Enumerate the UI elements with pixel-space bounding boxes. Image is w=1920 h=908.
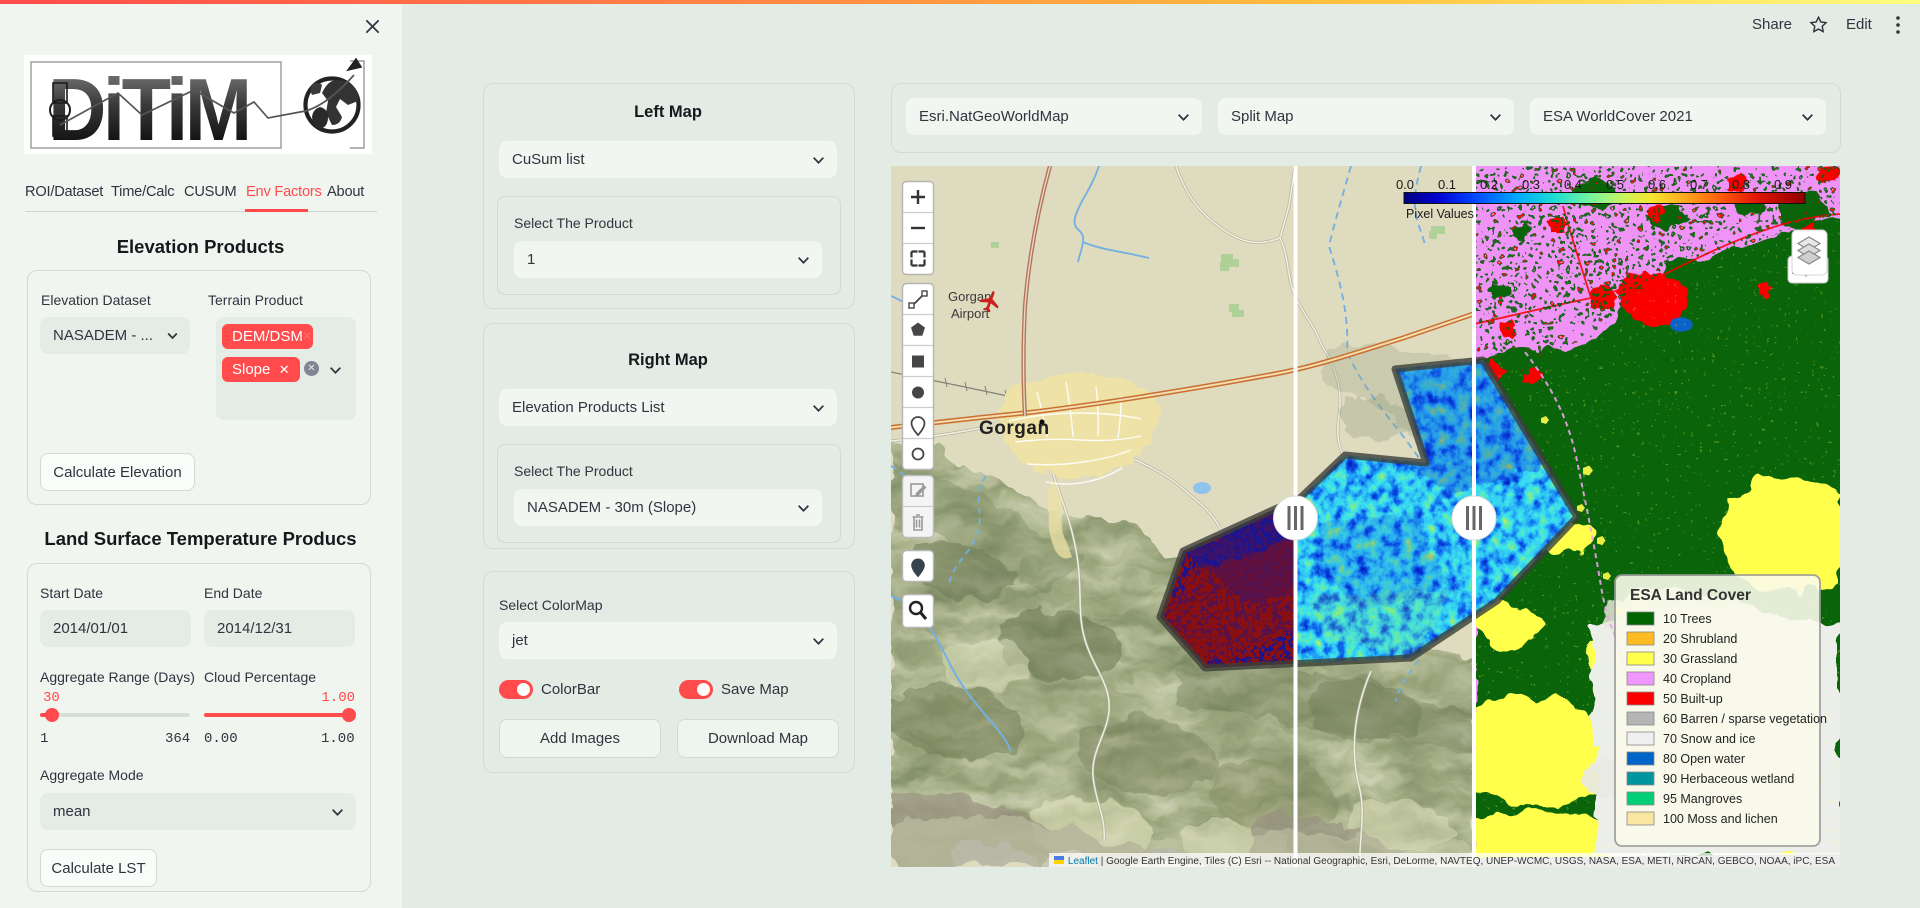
- svg-text:60 Barren / sparse vegetation: 60 Barren / sparse vegetation: [1663, 712, 1827, 726]
- svg-text:0.8: 0.8: [1732, 177, 1750, 192]
- svg-text:0.3: 0.3: [1522, 177, 1540, 192]
- svg-text:Pixel Values: Pixel Values: [1406, 207, 1474, 221]
- svg-text:0.4: 0.4: [1564, 177, 1582, 192]
- svg-text:40 Cropland: 40 Cropland: [1663, 672, 1731, 686]
- svg-text:30 Grassland: 30 Grassland: [1663, 652, 1737, 666]
- svg-text:95 Mangroves: 95 Mangroves: [1663, 792, 1742, 806]
- svg-text:0.9: 0.9: [1774, 177, 1792, 192]
- svg-text:50 Built-up: 50 Built-up: [1663, 692, 1723, 706]
- svg-text:Leaflet | Google Earth Engine,: Leaflet | Google Earth Engine, Tiles (C)…: [1068, 856, 1835, 867]
- svg-text:10 Trees: 10 Trees: [1663, 612, 1712, 626]
- svg-text:0.7: 0.7: [1690, 177, 1708, 192]
- svg-text:0.1: 0.1: [1438, 177, 1456, 192]
- svg-text:80 Open water: 80 Open water: [1663, 752, 1745, 766]
- svg-text:0.6: 0.6: [1648, 177, 1666, 192]
- svg-text:DiTiM: DiTiM: [48, 60, 248, 154]
- svg-text:0.5: 0.5: [1606, 177, 1624, 192]
- svg-text:ESA Land Cover: ESA Land Cover: [1630, 587, 1751, 604]
- svg-text:100 Moss and lichen: 100 Moss and lichen: [1663, 812, 1778, 826]
- svg-text:Airport: Airport: [951, 306, 990, 321]
- svg-text:0.0: 0.0: [1396, 177, 1414, 192]
- svg-text:90 Herbaceous wetland: 90 Herbaceous wetland: [1663, 772, 1794, 786]
- svg-text:70 Snow and ice: 70 Snow and ice: [1663, 732, 1755, 746]
- svg-text:20 Shrubland: 20 Shrubland: [1663, 632, 1737, 646]
- svg-text:0.2: 0.2: [1480, 177, 1498, 192]
- svg-text:Gorgan: Gorgan: [979, 418, 1050, 439]
